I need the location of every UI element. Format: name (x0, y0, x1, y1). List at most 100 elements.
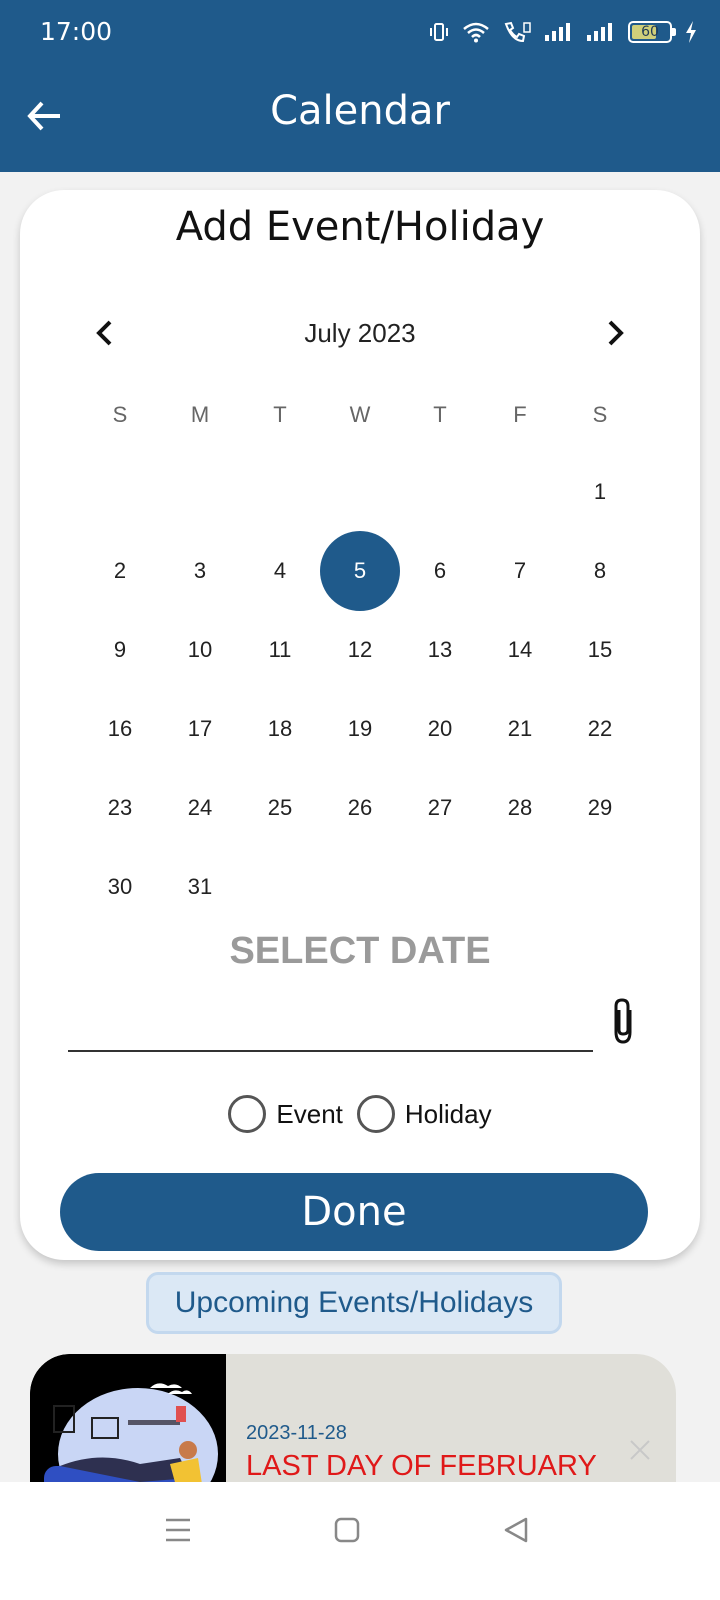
day-cell[interactable]: 3 (160, 531, 240, 610)
day-number: 28 (507, 794, 533, 820)
day-number: 11 (268, 636, 292, 662)
app-bar: Calendar (0, 64, 720, 172)
date-input[interactable] (68, 970, 593, 1052)
radio-event[interactable]: Event (228, 1095, 343, 1133)
day-number: 7 (513, 557, 527, 583)
day-cell[interactable]: 24 (160, 768, 240, 847)
menu-nav-button[interactable] (158, 1510, 198, 1550)
next-month-button[interactable] (590, 308, 640, 358)
day-number: 31 (187, 873, 213, 899)
day-cell-empty (320, 452, 400, 531)
radio-label: Holiday (404, 1098, 492, 1129)
day-number: 20 (427, 715, 453, 741)
event-title: LAST DAY OF FEBRUARY (246, 1450, 597, 1482)
day-cell[interactable]: 21 (480, 689, 560, 768)
day-cell-selected[interactable]: 5 (320, 530, 400, 611)
day-cell[interactable]: 7 (480, 531, 560, 610)
calendar-header: July 2023 (80, 308, 640, 358)
day-cell[interactable]: 14 (480, 610, 560, 689)
chevron-right-icon (608, 320, 624, 346)
day-cell[interactable]: 22 (560, 689, 640, 768)
weekday-label: F (513, 402, 527, 427)
day-number: 24 (187, 794, 213, 820)
day-cell[interactable]: 31 (160, 847, 240, 926)
day-number: 22 (587, 715, 613, 741)
day-cell-empty (480, 452, 560, 531)
menu-icon (166, 1518, 190, 1542)
day-cell[interactable]: 28 (480, 768, 560, 847)
day-cell-empty (240, 452, 320, 531)
day-cell[interactable]: 6 (400, 531, 480, 610)
day-number: 25 (267, 794, 293, 820)
day-cell[interactable]: 8 (560, 531, 640, 610)
radio-circle[interactable] (228, 1095, 267, 1133)
day-number: 29 (587, 794, 613, 820)
day-cell-empty (160, 452, 240, 531)
day-cell[interactable]: 19 (320, 689, 400, 768)
day-number: 4 (273, 557, 287, 583)
weekday-label: S (112, 402, 128, 427)
done-button[interactable]: Done (60, 1173, 648, 1251)
day-number: 6 (433, 557, 447, 583)
weekday-label: T (273, 402, 287, 427)
day-number: 21 (507, 715, 533, 741)
day-number: 30 (107, 873, 133, 899)
wifi-call-icon (504, 21, 531, 43)
day-cell[interactable]: 1 (560, 452, 640, 531)
attach-button[interactable] (606, 996, 642, 1046)
signal-icon (587, 23, 612, 41)
status-bar: 17:00 60 (0, 0, 720, 64)
day-cell-empty (400, 452, 480, 531)
day-number: 5 (353, 557, 367, 583)
app-title: Calendar (270, 88, 450, 134)
square-icon (334, 1517, 360, 1543)
day-cell[interactable]: 17 (160, 689, 240, 768)
day-number: 12 (347, 636, 373, 662)
close-icon (630, 1440, 650, 1460)
day-number: 19 (347, 715, 373, 741)
radio-label: Event (276, 1098, 343, 1129)
type-radio-group: Event Holiday (20, 1095, 700, 1133)
weekday-label: S (592, 402, 608, 427)
day-grid: 1 2 3 4 5 6 7 8 9 10 11 12 13 14 15 16 17 18 19 20 21 22 23 24 2… (80, 452, 640, 926)
delete-event-button[interactable] (628, 1438, 652, 1462)
day-cell[interactable]: 12 (320, 610, 400, 689)
home-nav-button[interactable] (327, 1510, 367, 1550)
card-title: Add Event/Holiday (175, 204, 545, 250)
upcoming-events-label[interactable]: Upcoming Events/Holidays (146, 1272, 562, 1334)
day-cell[interactable]: 29 (560, 768, 640, 847)
day-cell[interactable]: 10 (160, 610, 240, 689)
event-date: 2023-11-28 (246, 1422, 347, 1444)
day-cell[interactable]: 11 (240, 610, 320, 689)
paperclip-icon (614, 998, 632, 1044)
day-cell[interactable]: 15 (560, 610, 640, 689)
day-cell[interactable]: 16 (80, 689, 160, 768)
day-cell[interactable]: 9 (80, 610, 160, 689)
day-number: 9 (113, 636, 127, 662)
select-date-label: SELECT DATE (229, 930, 491, 972)
day-cell[interactable]: 20 (400, 689, 480, 768)
month-label: July 2023 (304, 318, 416, 348)
day-number: 1 (593, 478, 607, 504)
weekday-label: T (433, 402, 447, 427)
day-cell[interactable]: 18 (240, 689, 320, 768)
day-number: 13 (427, 636, 453, 662)
day-cell[interactable]: 30 (80, 847, 160, 926)
weekday-row: SMTWTFS (80, 402, 640, 428)
day-cell[interactable]: 2 (80, 531, 160, 610)
day-cell[interactable]: 13 (400, 610, 480, 689)
day-number: 8 (593, 557, 607, 583)
radio-circle[interactable] (356, 1095, 395, 1133)
signal-icon (545, 23, 570, 41)
weekday-label: M (190, 402, 210, 427)
day-cell[interactable]: 4 (240, 531, 320, 610)
day-number: 10 (187, 636, 213, 662)
status-time: 17:00 (40, 17, 113, 46)
radio-holiday[interactable]: Holiday (356, 1095, 492, 1133)
day-cell[interactable]: 25 (240, 768, 320, 847)
back-nav-button[interactable] (496, 1510, 536, 1550)
day-cell[interactable]: 23 (80, 768, 160, 847)
day-cell[interactable]: 27 (400, 768, 480, 847)
day-number: 26 (347, 794, 373, 820)
day-cell[interactable]: 26 (320, 768, 400, 847)
